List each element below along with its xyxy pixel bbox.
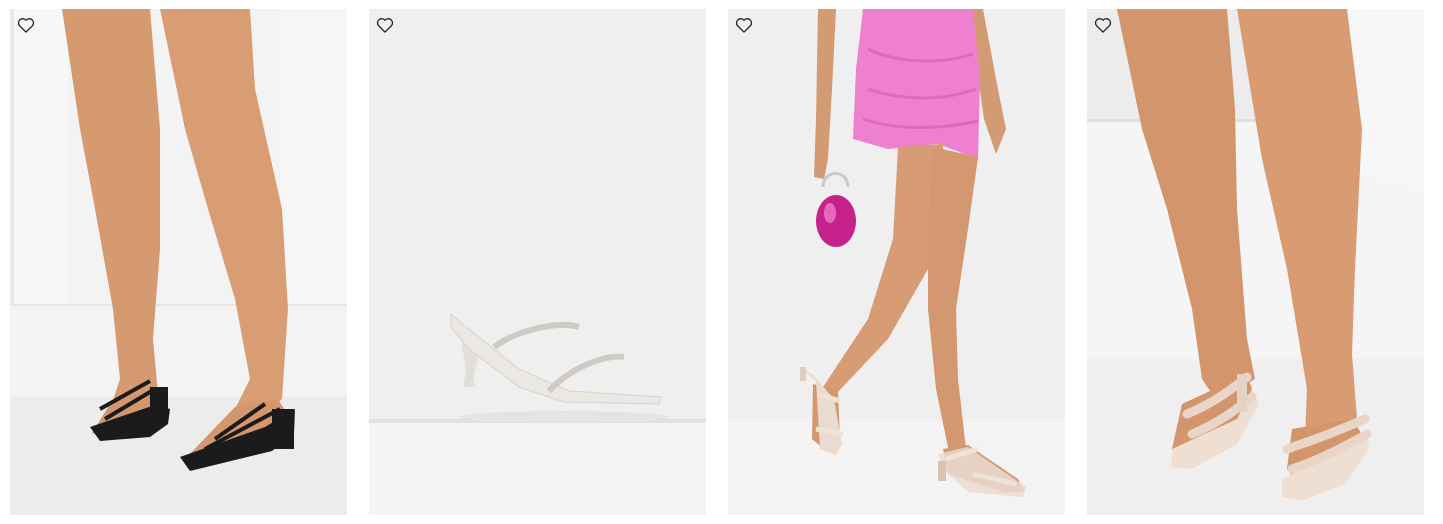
wishlist-button[interactable] [373, 13, 397, 37]
heart-outline-icon [376, 18, 394, 33]
product-image-white-diamante-mule[interactable] [369, 9, 706, 515]
product-card[interactable] [369, 9, 706, 515]
product-image-pink-dress-cream-heels[interactable] [728, 9, 1065, 515]
heart-outline-icon [17, 18, 35, 33]
product-card[interactable] [10, 9, 347, 515]
wishlist-button[interactable] [14, 13, 38, 37]
product-card[interactable] [1087, 9, 1424, 515]
product-image-black-strappy-heels[interactable] [10, 9, 347, 515]
wishlist-button[interactable] [1091, 13, 1115, 37]
wishlist-button[interactable] [732, 13, 756, 37]
product-image-cream-braided-heels[interactable] [1087, 9, 1424, 515]
heart-outline-icon [735, 18, 753, 33]
product-grid [0, 0, 1443, 524]
heart-outline-icon [1094, 18, 1112, 33]
product-card[interactable] [728, 9, 1065, 515]
